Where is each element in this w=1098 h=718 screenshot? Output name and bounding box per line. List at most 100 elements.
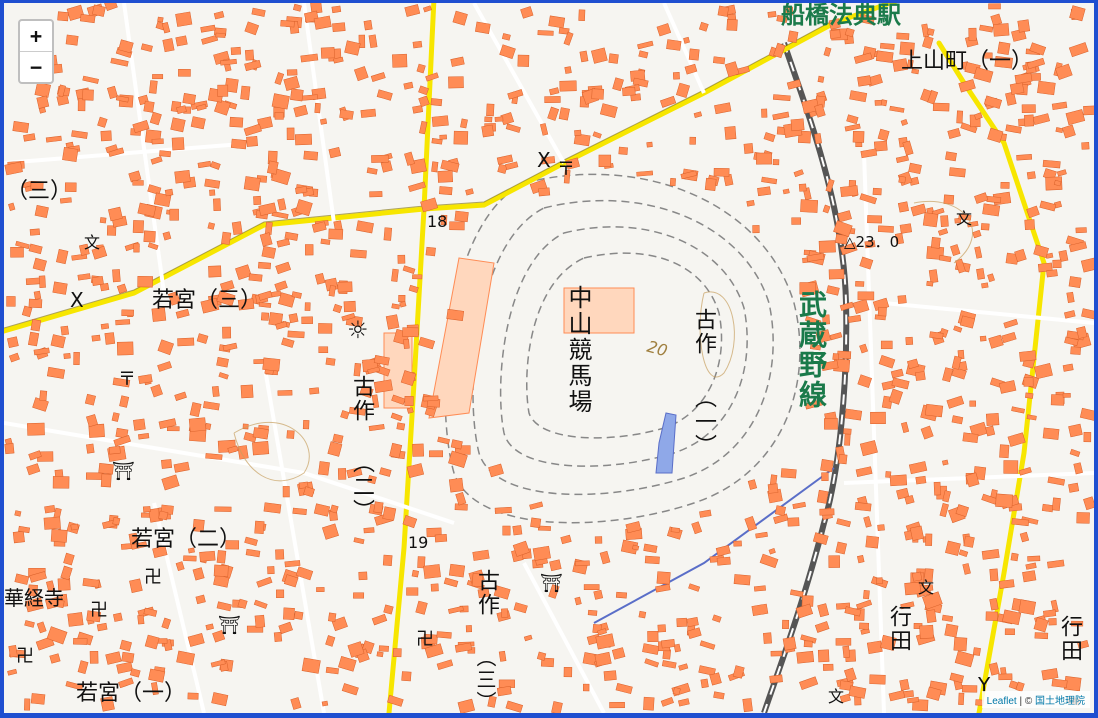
building [302, 420, 310, 430]
building [60, 565, 73, 581]
gsi-link[interactable]: 国土地理院 [1035, 696, 1085, 707]
building [897, 295, 907, 304]
building [962, 563, 971, 575]
building [989, 568, 999, 582]
building [979, 335, 987, 342]
building [371, 154, 389, 163]
building [890, 368, 904, 379]
building [113, 612, 123, 622]
building [792, 501, 806, 510]
building [548, 87, 560, 96]
building [132, 180, 144, 186]
building [889, 474, 908, 487]
building [275, 549, 285, 560]
shrine-icon: ⛩ [218, 615, 241, 636]
building [84, 393, 96, 406]
building [1017, 19, 1031, 33]
building [835, 638, 852, 646]
building [688, 583, 701, 592]
building [859, 622, 870, 630]
building [615, 591, 628, 599]
building [782, 619, 790, 630]
building [363, 20, 373, 31]
building [301, 316, 313, 325]
building [23, 133, 36, 142]
district-label: 若宮（三） [152, 288, 263, 313]
building [195, 594, 206, 605]
building [177, 337, 195, 347]
building [353, 537, 365, 545]
building [849, 90, 868, 103]
building [1003, 318, 1019, 329]
building [14, 510, 22, 517]
building [73, 637, 88, 645]
building [769, 674, 783, 684]
building [216, 601, 232, 612]
building [187, 692, 199, 700]
building [943, 194, 955, 205]
building [434, 533, 448, 543]
district-label: （三） [473, 647, 497, 713]
building [486, 103, 495, 117]
building [425, 246, 436, 257]
building [46, 366, 66, 379]
building [169, 208, 179, 221]
building [321, 700, 329, 707]
building [104, 3, 118, 12]
building [412, 443, 424, 457]
building [919, 624, 934, 639]
building [713, 167, 730, 177]
building [880, 99, 888, 107]
building [392, 53, 408, 68]
building [474, 21, 491, 34]
building [422, 5, 432, 13]
building [956, 110, 964, 124]
building [583, 683, 590, 692]
building [774, 505, 787, 516]
map-view[interactable]: 船橋法典駅 上山町（一） （三） 若宮（三） 若宮（二） 若宮（一） 華経寺 古… [4, 3, 1094, 713]
building [1051, 497, 1061, 511]
building [453, 130, 469, 145]
building [254, 614, 266, 628]
building [761, 176, 778, 185]
building [1065, 109, 1086, 126]
building [340, 410, 350, 420]
building [383, 227, 393, 241]
building [646, 141, 653, 148]
building [382, 506, 397, 521]
building [402, 327, 419, 338]
building [257, 261, 272, 270]
building [27, 331, 40, 347]
building [908, 162, 922, 175]
route-number: 18 [427, 212, 448, 231]
building [866, 640, 883, 654]
building [363, 527, 375, 534]
zoom-in-button[interactable]: + [20, 21, 52, 52]
building [793, 169, 804, 178]
building [743, 143, 754, 154]
building [368, 424, 385, 432]
building [958, 692, 965, 706]
zoom-out-button[interactable]: − [20, 52, 52, 82]
building [872, 187, 882, 196]
building [161, 21, 171, 34]
building [838, 454, 848, 465]
building [157, 16, 164, 23]
building [460, 118, 468, 129]
building [944, 623, 959, 638]
building [796, 650, 815, 664]
building [325, 635, 336, 647]
pond [655, 412, 677, 474]
building [311, 221, 327, 233]
building [656, 571, 671, 585]
building [656, 23, 672, 37]
building [523, 634, 533, 642]
map-tiles[interactable] [4, 3, 1094, 713]
building [183, 555, 197, 562]
building [248, 273, 263, 282]
building [608, 53, 619, 64]
leaflet-link[interactable]: Leaflet [987, 696, 1017, 707]
building [669, 178, 676, 187]
building [253, 195, 262, 206]
building [77, 660, 89, 674]
